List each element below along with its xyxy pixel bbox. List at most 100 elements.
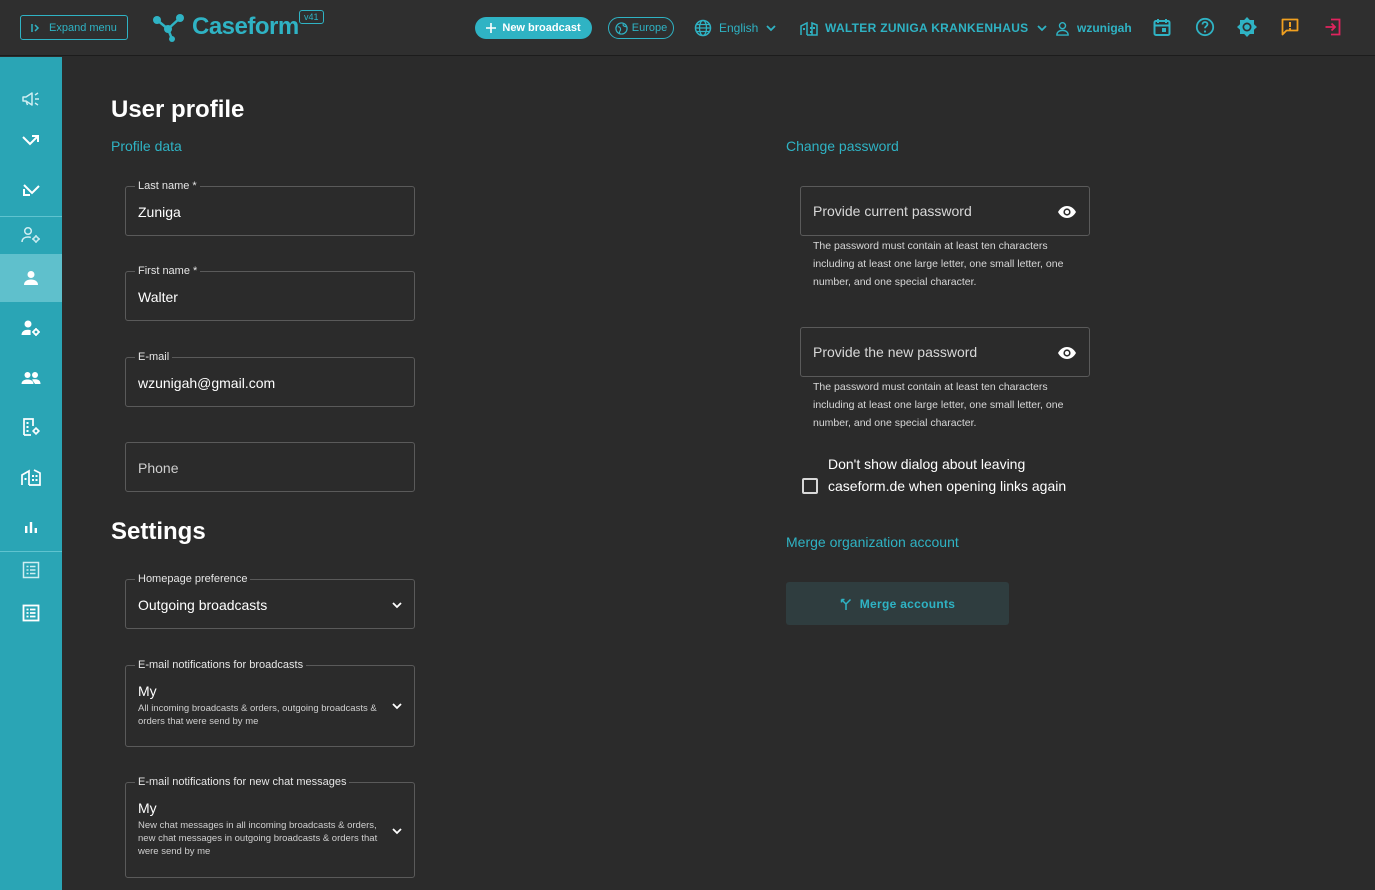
new-password-hint: The password must contain at least ten c… [813,381,1064,429]
calendar-icon [1153,19,1171,36]
last-name-label: Last name * [135,180,200,192]
sidebar-item-statistics[interactable] [0,505,62,549]
current-password-placeholder: Provide current password [813,203,972,219]
email-label: E-mail [135,351,173,363]
help-icon [1195,17,1215,37]
incoming-arrow-icon [23,184,40,196]
logout-icon [1325,18,1341,36]
sidebar [0,57,62,890]
globe-icon [694,19,712,37]
chevron-down-icon [1036,25,1047,32]
sidebar-item-outgoing[interactable] [0,119,62,163]
region-selector[interactable]: Europe [608,17,674,39]
email-field[interactable]: E-mail wzunigah@gmail.com [125,351,415,407]
phone-placeholder: Phone [138,460,179,476]
email-notifications-chat-value: My [138,800,157,816]
sidebar-item-incoming[interactable] [0,168,62,212]
merge-accounts-button[interactable]: Merge accounts [786,582,1009,625]
sidebar-item-profile[interactable] [0,254,62,302]
first-name-value: Walter [138,289,178,305]
globe-small-icon [615,21,628,35]
feedback-button[interactable] [1279,16,1301,38]
chevron-down-icon [392,828,402,835]
logo-network-icon [153,14,184,42]
feedback-icon [1281,18,1299,36]
current-password-field[interactable]: Provide current password [800,186,1090,236]
sidebar-item-contacts[interactable] [0,356,62,400]
change-password-tab[interactable]: Change password [786,138,899,154]
phone-field[interactable]: Phone [125,442,415,492]
list-alt-icon [22,604,40,622]
new-password-field[interactable]: Provide the new password [800,327,1090,377]
new-broadcast-button[interactable]: New broadcast [475,17,592,39]
merge-accounts-label: Merge accounts [859,596,956,611]
expand-icon [31,23,40,32]
list-icon [22,561,40,579]
language-label: English [719,21,759,35]
last-name-value: Zuniga [138,204,181,220]
homepage-preference-value: Outgoing broadcasts [138,597,268,613]
merge-organization-tab[interactable]: Merge organization account [786,534,959,550]
email-notifications-chat-label: E-mail notifications for new chat messag… [135,776,350,788]
email-notifications-chat-select[interactable]: E-mail notifications for new chat messag… [125,776,415,878]
person-icon [24,271,38,285]
organization-label: WALTER ZUNIGA KRANKENHAUS [825,21,1029,35]
eye-icon[interactable] [1057,343,1077,363]
sidebar-item-list[interactable] [0,548,62,592]
username-label: wzunigah [1077,21,1132,35]
settings-title: Settings [111,518,206,545]
page-title: User profile [111,96,245,123]
sidebar-item-user-settings[interactable] [0,213,62,257]
leave-dialog-checkbox[interactable] [802,478,818,494]
theme-button[interactable] [1236,16,1258,38]
chevron-down-icon [392,703,402,710]
bar-chart-icon [25,522,37,533]
organization-selector[interactable]: WALTER ZUNIGA KRANKENHAUS [800,18,1048,38]
help-button[interactable] [1194,16,1216,38]
expand-menu-button[interactable]: Expand menu [20,15,128,40]
plus-icon [486,23,497,33]
sidebar-item-broadcasts[interactable] [0,77,62,121]
user-settings-icon [21,226,40,243]
caseform-logo[interactable]: Caseform [152,12,299,42]
user-icon [1056,21,1069,36]
building-icon [800,21,818,36]
megaphone-icon [22,92,39,106]
email-notifications-broadcasts-label: E-mail notifications for broadcasts [135,659,307,671]
user-menu[interactable]: wzunigah [1055,18,1132,38]
sidebar-item-list-alt[interactable] [0,591,62,635]
calendar-button[interactable] [1151,16,1173,38]
merge-icon [840,598,851,610]
outgoing-arrow-icon [22,135,39,146]
leave-dialog-checkbox-label[interactable]: Don't show dialog about leaving caseform… [828,454,1068,497]
email-value: wzunigah@gmail.com [138,375,276,391]
sidebar-item-organization-settings[interactable] [0,405,62,449]
user-gear-icon [21,320,40,336]
new-broadcast-label: New broadcast [502,22,581,34]
expand-menu-label: Expand menu [49,21,117,34]
group-icon [21,372,41,384]
homepage-preference-label: Homepage preference [135,573,251,585]
brightness-icon [1237,17,1257,37]
region-label: Europe [631,22,668,34]
email-notifications-broadcasts-value: My [138,683,157,699]
sidebar-item-user-management[interactable] [0,306,62,350]
logout-button[interactable] [1322,16,1344,38]
first-name-label: First name * [135,265,201,277]
first-name-field[interactable]: First name * Walter [125,265,415,321]
building-gear-icon [23,418,40,436]
email-notifications-chat-description: New chat messages in all incoming broadc… [138,820,378,857]
last-name-field[interactable]: Last name * Zuniga [125,180,415,236]
sidebar-item-organizations[interactable] [0,455,62,499]
version-badge: v41 [299,10,324,24]
building-icon [21,469,41,486]
email-notifications-broadcasts-description: All incoming broadcasts & orders, outgoi… [138,703,377,727]
top-bar: Expand menu Caseform v41 New broadcast E… [0,0,1375,56]
chevron-down-icon [392,602,402,609]
eye-icon[interactable] [1057,202,1077,222]
logo-text: Caseform [192,13,299,40]
language-selector[interactable]: English [694,18,777,38]
homepage-preference-select[interactable]: Homepage preference Outgoing broadcasts [125,573,415,629]
profile-data-tab[interactable]: Profile data [111,138,182,154]
email-notifications-broadcasts-select[interactable]: E-mail notifications for broadcasts My A… [125,659,415,747]
